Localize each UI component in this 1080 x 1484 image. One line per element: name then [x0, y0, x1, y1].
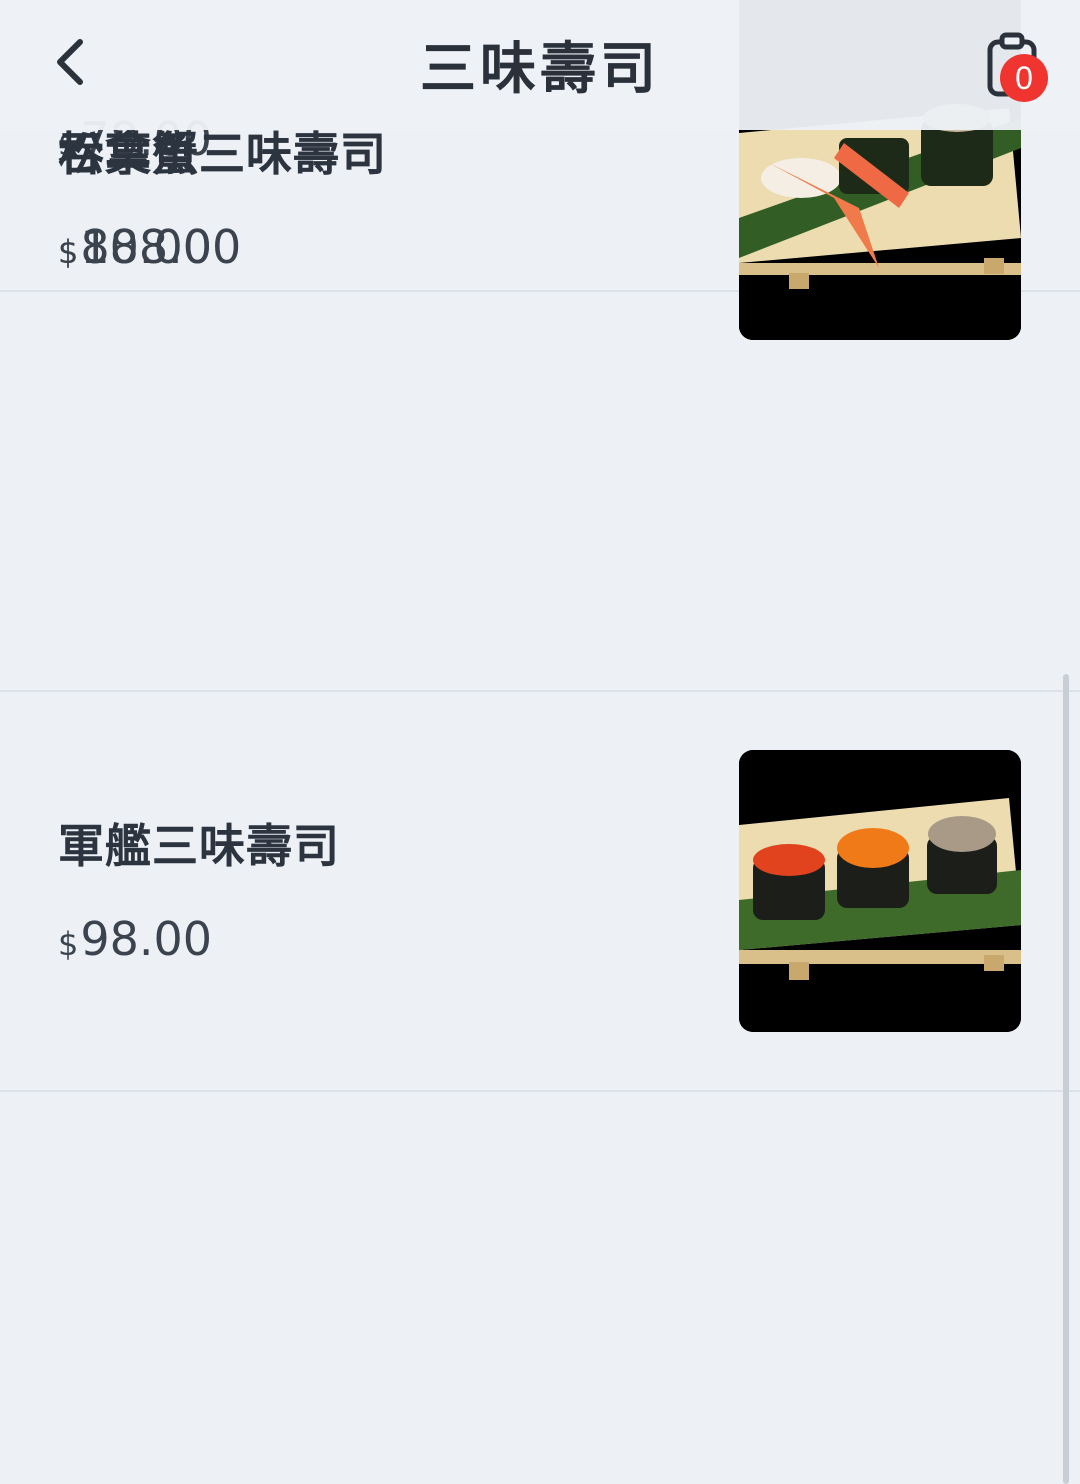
item-price: $88.00 — [58, 220, 213, 274]
item-price: $98.00 — [58, 912, 213, 966]
divider — [0, 690, 1080, 692]
scrollbar[interactable] — [1063, 674, 1069, 1484]
menu-item[interactable]: 軍艦三味壽司 $98.00 — [0, 692, 1080, 1090]
divider — [0, 1090, 1080, 1092]
item-photo[interactable] — [739, 750, 1021, 1032]
menu-list: $78.00 軍艦三味壽司 $98.00 吞拿魚三味壽司 $108.00 松葉蟹… — [0, 0, 1080, 1484]
page-title: 三味壽司 — [420, 37, 660, 102]
top-nav-bar: 三味壽司 0 — [0, 0, 1080, 130]
item-name: 軍艦三味壽司 — [58, 819, 340, 873]
cart-count-badge: 0 — [1000, 54, 1048, 102]
